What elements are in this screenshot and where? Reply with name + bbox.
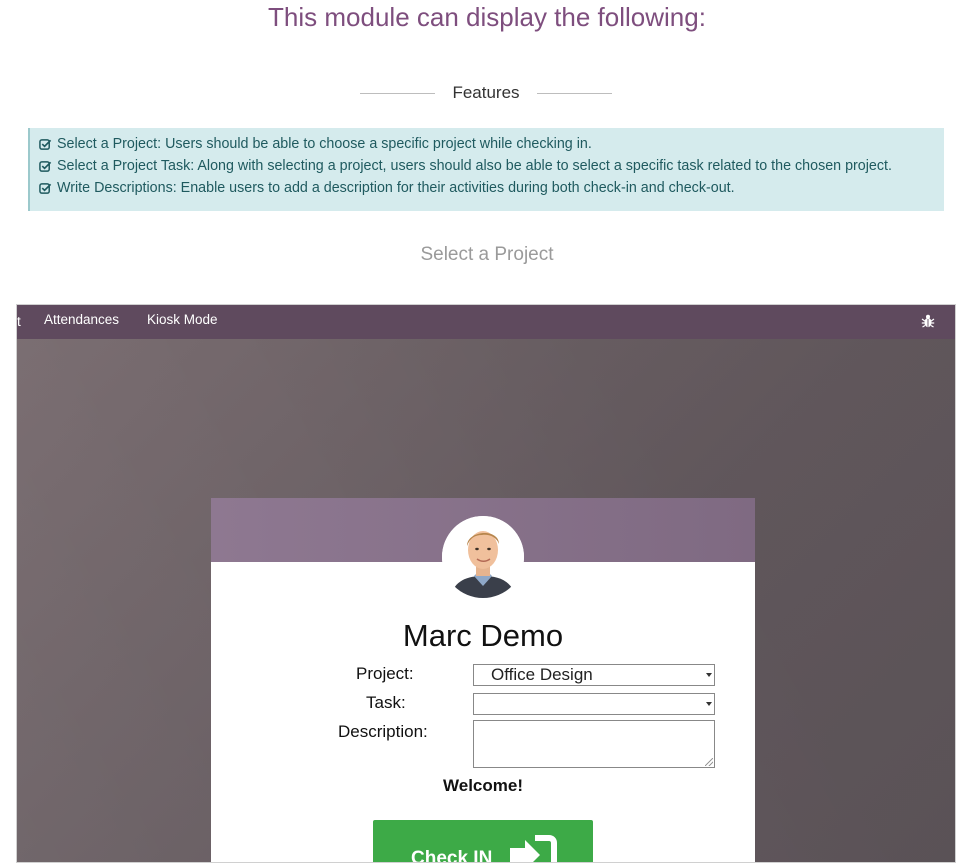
check-square-icon [39,160,52,172]
description-label: Description: [338,722,428,741]
page-heading: This module can display the following: [268,2,706,32]
nav-item-attendances[interactable]: Attendances [44,305,119,339]
check-in-label: Check IN [411,848,493,863]
feature-text: Write Descriptions: Enable users to add … [57,180,735,196]
bug-icon[interactable] [921,313,935,329]
dropdown-arrow-icon [706,673,712,677]
features-divider: Features [360,82,612,104]
project-select[interactable]: Office Design [473,664,715,686]
top-navbar: t Attendances Kiosk Mode [17,305,955,339]
description-textarea[interactable] [473,720,715,768]
app-screenshot: t Attendances Kiosk Mode Marc Demo Proje… [16,304,956,863]
features-label: Features [452,83,520,102]
features-list: Select a Project: Users should be able t… [28,128,944,211]
project-label: Project: [356,664,414,683]
check-square-icon [39,138,52,150]
feature-text: Select a Project: Users should be able t… [57,136,592,152]
employee-name: Marc Demo [402,618,564,653]
check-square-icon [39,182,52,194]
feature-text: Select a Project Task: Along with select… [57,158,892,174]
nav-item-kiosk-mode[interactable]: Kiosk Mode [147,305,218,339]
kiosk-card: Marc Demo Project: Office Design Task: D… [211,498,755,863]
task-label: Task: [366,693,406,712]
list-item: Write Descriptions: Enable users to add … [39,177,944,199]
avatar [442,516,524,598]
dropdown-arrow-icon [706,702,712,706]
nav-item-truncated[interactable]: t [17,305,21,339]
sign-in-icon [510,835,557,862]
divider-line-left [360,92,435,94]
task-select[interactable] [473,693,715,715]
project-select-value: Office Design [491,665,593,684]
welcome-message: Welcome! [443,776,523,795]
resize-handle-icon[interactable] [705,758,713,766]
divider-line-right [537,92,612,94]
employee-photo [442,516,524,598]
list-item: Select a Project Task: Along with select… [39,155,944,177]
list-item: Select a Project: Users should be able t… [39,133,944,155]
check-in-button[interactable]: Check IN [373,820,593,863]
section-subheading: Select a Project [420,244,554,265]
